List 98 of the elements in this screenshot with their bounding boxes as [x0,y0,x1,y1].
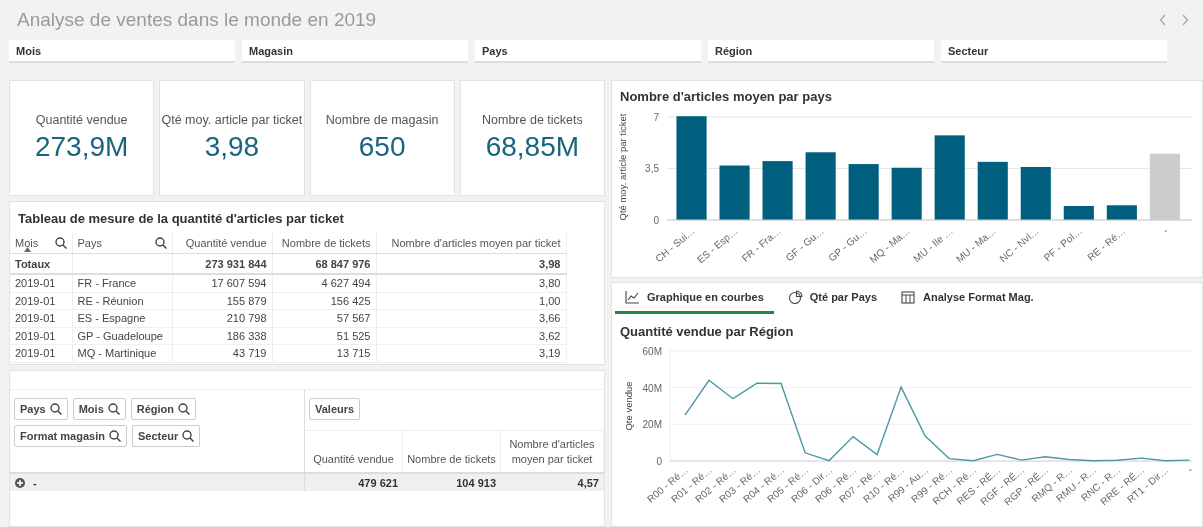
column-header[interactable]: Quantité vendue [185,236,267,249]
kpi-value: 68,85M [485,131,580,163]
table-cell: 186 338 [172,327,272,345]
table-cell: 4,57 [501,472,604,491]
table-cell: 2019-01 [10,309,72,327]
table-cell: 4 627 494 [272,274,376,292]
table-cell: 57 567 [272,309,376,327]
tab[interactable]: Graphique en courbes [615,283,774,314]
kpi-value: 3,98 [204,131,260,163]
tab[interactable]: Qté par Pays [777,283,887,314]
totals-label: Totaux [10,253,72,274]
dimension-chip[interactable]: Format magasin [14,425,127,447]
kpi-label: Nombre de tickets [482,113,583,127]
filter-field[interactable]: Région [708,40,934,63]
chart-title: Quantité vendue par Région [619,323,795,339]
search-icon [182,430,195,442]
dimension-chip[interactable]: Secteur [131,425,201,447]
axis-category-label: PF - Pol… [1041,225,1085,264]
column-header[interactable]: Pays [77,236,102,249]
table-cell: 2019-01 [10,292,72,310]
column-header[interactable]: Nombre d'articles moyen par ticket [391,236,561,249]
dimension-chip[interactable]: Pays [14,398,68,420]
axis-title: Qte vendue [623,381,634,431]
axis-title: Qté moy. article par ticket [617,113,628,221]
table-cell: 156 425 [272,292,376,310]
table-cell: 3,62 [376,327,566,345]
table-cell: 2019-01 [10,344,72,362]
axis-category-label: CH - Sui… [653,225,697,265]
axis-tick-label: 3,5 [645,163,659,175]
search-icon [107,403,120,415]
axis-tick-label: 0 [653,215,659,226]
table-cell: ES - Espagne [72,309,172,327]
axis-tick-label: 60M [642,346,662,357]
column-header[interactable]: Mois [15,236,39,249]
table-cell: 51 525 [272,327,376,345]
pie-chart-icon [787,290,803,304]
table-cell: 479 621 [305,472,403,491]
table-cell: 2019-01 [10,327,72,345]
dashboard-title: Analyse de ventes dans le monde en 2019 [17,9,377,31]
table-cell: 3,66 [376,309,566,327]
totals-cell: 3,98 [376,253,566,274]
axis-category-label: NC - Nvl… [997,225,1042,265]
chart-title: Nombre d'articles moyen par pays [619,88,833,106]
filter-field[interactable]: Mois [9,40,235,63]
sort-ascending-icon[interactable] [24,247,31,252]
axis-category-label: - [1160,225,1171,236]
filter-field[interactable]: Pays [475,40,701,63]
search-icon [108,430,121,442]
axis-category-label: GP - Gu… [826,225,869,264]
axis-tick-label: 40M [642,382,662,394]
totals-cell: 68 847 976 [272,253,376,274]
values-chip[interactable]: Valeurs [309,398,361,420]
table-cell: MQ - Martinique [72,344,172,362]
axis-category-label: MU - Ma… [953,225,999,265]
kpi-value: 650 [358,131,406,163]
table-cell: 2019-01 [10,274,72,292]
totals-cell: 273 931 844 [172,253,272,274]
table-cell: 155 879 [172,292,272,310]
axis-category-label: MQ - Ma… [867,225,912,265]
axis-tick-label: 7 [653,111,659,123]
table-title: Tableau de mesure de la quantité d'articles par ticket [17,210,345,228]
axis-tick-label: 0 [656,456,662,467]
line-chart-icon [625,290,640,304]
search-icon[interactable] [154,236,167,249]
table-cell: 43 719 [172,344,272,362]
dimension-chip[interactable]: Région [130,398,197,420]
table-cell: 3,19 [376,344,566,362]
search-icon[interactable] [54,236,67,249]
table-cell: 210 798 [172,309,272,327]
axis-category-label: FR - Fra… [739,225,783,264]
tab[interactable]: Analyse Format Mag. [891,283,1044,314]
table-cell: FR - France [72,274,172,292]
axis-category-label: RE - Ré… [1085,225,1128,263]
axis-category-label: ES - Esp… [694,225,740,266]
kpi-value: 273,9M [34,131,129,163]
expand-icon[interactable] [15,477,25,488]
row-label: - [33,476,37,489]
dimension-chip[interactable]: Mois [72,398,126,420]
table-cell: 1,00 [376,292,566,310]
filter-field[interactable]: Magasin [242,40,468,63]
table-icon [901,290,916,304]
table-cell: 104 913 [403,472,501,491]
axis-tick-label: 20M [642,419,662,431]
column-header[interactable]: Nombre de tickets [281,236,371,249]
table-cell: 17 607 594 [172,274,272,292]
search-icon [178,403,191,415]
table-cell: 3,80 [376,274,566,292]
kpi-label: Qté moy. article par ticket [161,113,303,127]
search-icon [49,403,62,415]
table-cell: 13 715 [272,344,376,362]
axis-category-label: - [1184,464,1195,475]
kpi-label: Nombre de magasin [325,113,439,127]
axis-category-label: GF - Gu… [783,225,826,264]
axis-category-label: MU - Ile … [911,225,955,265]
filter-field[interactable]: Secteur [941,40,1167,63]
table-cell: RE - Réunion [72,292,172,310]
kpi-label: Quantité vendue [35,113,128,127]
table-cell: GP - Guadeloupe [72,327,172,345]
